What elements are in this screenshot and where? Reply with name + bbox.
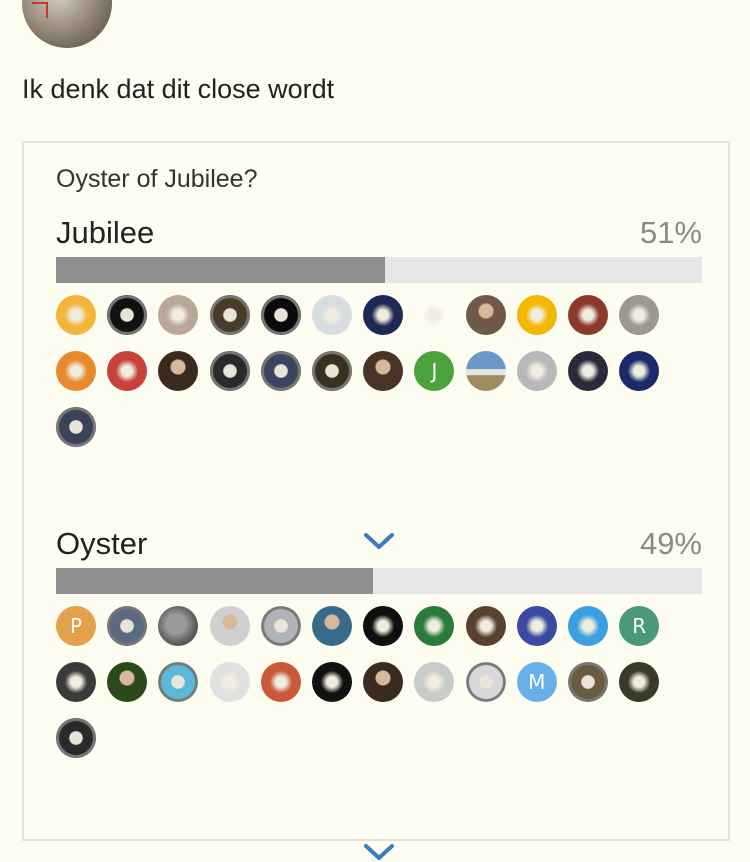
voter-avatar[interactable] [209,662,250,702]
voter-avatar[interactable] [107,662,148,702]
voter-avatar[interactable] [260,662,301,702]
post-text: Ik denk dat dit close wordt [22,74,335,104]
voter-avatar[interactable] [465,662,506,702]
voter-avatar[interactable] [260,606,301,646]
voter-avatar[interactable] [312,662,352,702]
voter-avatar[interactable] [414,662,455,702]
voter-avatar[interactable] [56,351,96,391]
result-bar-fill [56,568,373,594]
option-percentage: 49% [639,526,702,561]
voter-avatar[interactable] [209,351,250,391]
result-bar [56,257,702,283]
voter-avatar[interactable] [568,606,608,646]
voter-avatar[interactable] [568,295,608,335]
voter-avatar[interactable] [363,351,404,391]
chevron-down-icon[interactable] [362,531,396,551]
voter-avatar[interactable] [619,351,660,391]
voter-avatar[interactable] [56,662,96,702]
voter-avatar[interactable] [312,606,352,646]
option-label: Jubilee [56,215,155,250]
voter-avatar[interactable] [363,295,404,335]
voter-avatar[interactable] [516,295,557,335]
voter-avatar[interactable] [619,295,660,335]
voter-avatar[interactable] [619,662,660,702]
chevron-down-icon[interactable] [362,842,396,862]
voter-avatar[interactable] [56,295,96,335]
voter-avatar[interactable] [209,606,250,646]
option-label: Oyster [56,526,148,561]
voter-avatar[interactable] [414,606,455,646]
poll-container: Oyster of Jubilee? Jubilee 51% J Oyster … [22,141,730,860]
voter-avatar[interactable] [363,662,404,702]
result-bar-fill [56,257,386,283]
voter-avatar[interactable] [56,718,96,758]
voter-avatar[interactable]: R [619,606,660,646]
voter-avatar[interactable] [107,295,148,335]
avatar-mark [32,2,48,18]
voter-avatar[interactable] [465,351,506,391]
voter-avatar[interactable] [56,407,96,447]
voter-avatar[interactable] [158,351,199,391]
voter-avatar[interactable] [465,606,506,646]
result-bar [56,568,702,594]
voter-avatar[interactable]: M [516,662,557,702]
voter-avatar[interactable] [516,351,557,391]
poll-question: Oyster of Jubilee? [56,165,258,193]
voter-avatar[interactable] [465,295,506,335]
voter-avatar[interactable] [516,606,557,646]
voter-avatar[interactable] [568,662,608,702]
voter-avatar[interactable] [568,351,608,391]
author-avatar[interactable] [22,0,112,48]
voter-avatar[interactable] [158,606,199,646]
voter-avatar[interactable] [363,606,404,646]
voter-avatar[interactable] [158,295,199,335]
voter-avatar[interactable] [209,295,250,335]
voter-avatar[interactable] [312,295,352,335]
voter-avatar[interactable] [312,351,352,391]
option-percentage: 51% [639,215,702,250]
voter-avatar[interactable] [260,351,301,391]
voter-avatar[interactable] [260,295,301,335]
voter-avatar[interactable] [158,662,199,702]
voter-avatar[interactable] [414,295,455,335]
voter-avatar[interactable]: J [414,351,455,391]
voter-avatar[interactable] [107,606,148,646]
voter-avatar[interactable] [107,351,148,391]
voter-avatar[interactable]: P [56,606,96,646]
